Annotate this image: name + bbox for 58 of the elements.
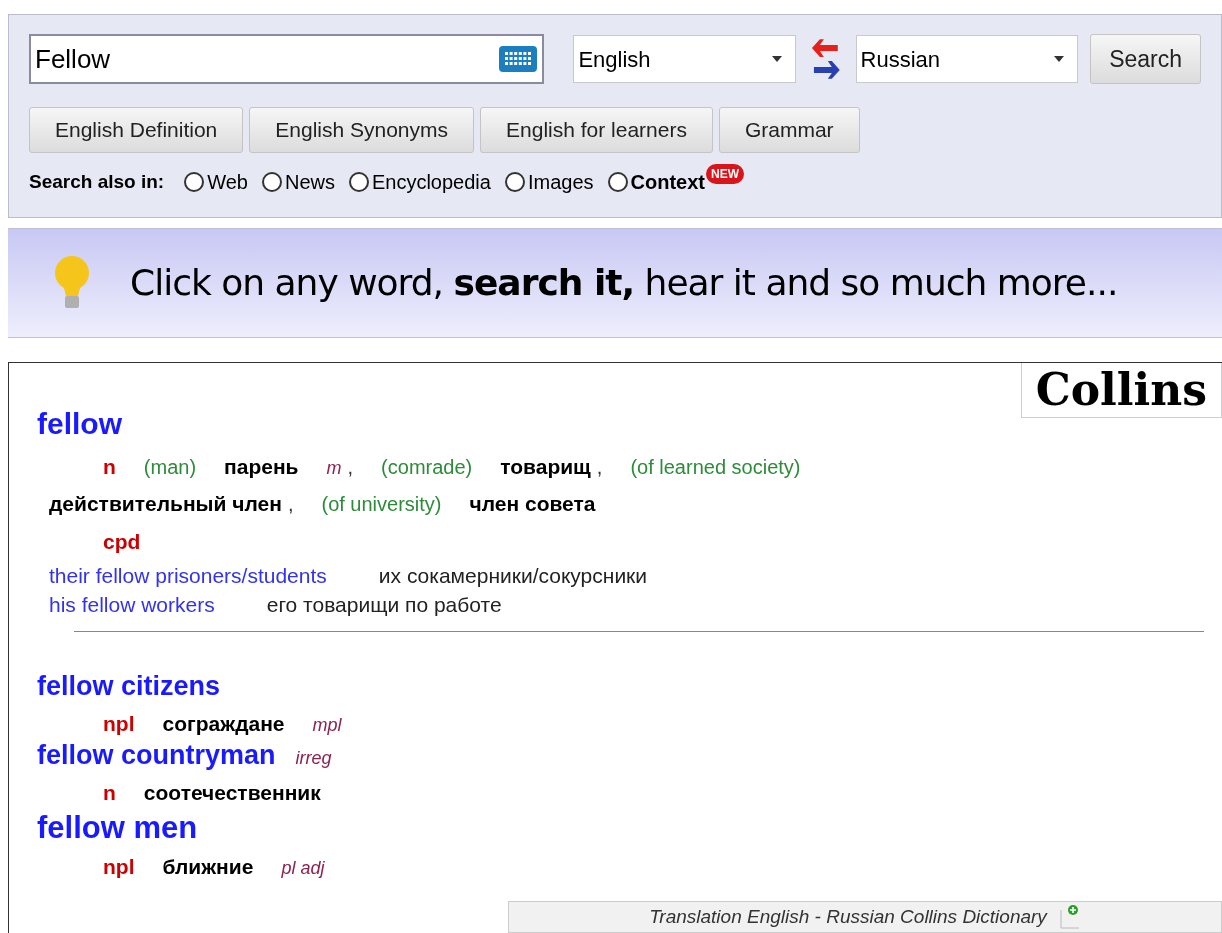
headword[interactable]: fellow citizens [37, 670, 221, 704]
grammar-label: irreg [295, 747, 332, 770]
example-translation: их сокамерники/сокурсники [378, 563, 648, 589]
headword[interactable]: fellow countryman [37, 739, 276, 773]
dictionary-tab-button[interactable]: English Synonyms [249, 107, 474, 153]
punctuation: , [287, 492, 294, 517]
translation-text: сограждане [162, 710, 285, 737]
radio-label[interactable]: Encyclopedia [371, 167, 491, 197]
radio-button[interactable] [607, 172, 628, 192]
part-of-speech: n [103, 780, 116, 806]
radio-label[interactable]: Web [207, 167, 248, 197]
part-of-speech: cpd [103, 528, 141, 555]
translation-text: товарищ [500, 453, 591, 480]
dropdown-caret-icon [770, 55, 783, 63]
part-of-speech: n [103, 453, 116, 480]
dictionary-tab-button[interactable]: English for learners [480, 107, 713, 153]
grammar-label: pl adj [281, 857, 325, 881]
radio-button[interactable] [504, 172, 525, 192]
sense-note: (of university) [321, 492, 442, 517]
dictionary-tab-button[interactable]: English Definition [29, 107, 244, 153]
translation-text: член совета [469, 491, 596, 517]
translation-text: действительный член [49, 491, 282, 517]
sense-note: (of learned society) [630, 454, 801, 480]
sense-note: (comrade) [381, 454, 473, 480]
radio-button[interactable] [184, 172, 205, 192]
keyboard-icon[interactable] [497, 45, 538, 73]
punctuation: , [347, 454, 354, 480]
source-language-select[interactable]: English [573, 35, 796, 83]
headword[interactable]: fellow men [37, 808, 198, 848]
example-phrase[interactable]: their fellow prisoners/students [49, 561, 327, 590]
search-button[interactable]: Search [1090, 34, 1201, 84]
promo-text: Click on any word, search it, hear it and so much more... [130, 261, 1118, 305]
new-badge: NEW [705, 164, 744, 184]
example-translation: его товарищи по работе [266, 592, 502, 618]
grammar-label: m [326, 456, 342, 480]
search-field[interactable]: Fellow [29, 34, 544, 84]
dictionary-tab-button[interactable]: Grammar [718, 107, 860, 153]
translation-text: ближние [162, 854, 254, 881]
credit-text: Translation English - Russian Collins Dictionary [649, 904, 1047, 929]
punctuation: , [596, 454, 603, 480]
radio-label[interactable]: Images [527, 167, 594, 197]
headword[interactable]: fellow [37, 405, 122, 443]
radio-button[interactable] [348, 172, 369, 192]
sense-note: (man) [143, 454, 197, 480]
grammar-label: mpl [312, 713, 342, 737]
part-of-speech: npl [103, 710, 135, 737]
collins-logo: Collins [1020, 363, 1222, 418]
part-of-speech: npl [103, 854, 135, 881]
example-phrase[interactable]: his fellow workers [49, 590, 215, 619]
translation-text: соотечественник [143, 780, 321, 806]
target-language-select[interactable]: Russian [855, 35, 1079, 83]
radio-button[interactable] [261, 172, 282, 192]
radio-label[interactable]: News [284, 167, 335, 197]
add-icon[interactable] [1058, 904, 1081, 930]
search-also-label: Search also in: [29, 169, 165, 194]
translation-text: парень [224, 453, 299, 480]
radio-label[interactable]: Context [630, 167, 705, 197]
dropdown-caret-icon [1053, 55, 1066, 63]
